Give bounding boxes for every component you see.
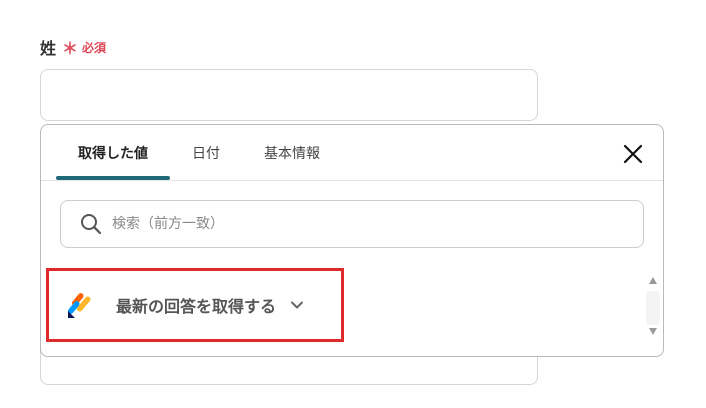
scroll-down-arrow-icon[interactable] (649, 328, 657, 335)
field-label: 姓 ＊ 必須 (40, 35, 106, 59)
chevron-down-icon[interactable] (290, 298, 304, 312)
form-page: 姓 ＊ 必須 取得した値 日付 基本情報 検索（前方一致） 最新の回答を取得する (0, 0, 706, 408)
scroll-up-arrow-icon[interactable] (649, 277, 657, 284)
field-label-text: 姓 (40, 39, 57, 58)
required-mark: ＊ (62, 39, 79, 58)
tab-bar: 取得した値 日付 基本情報 (41, 125, 663, 181)
search-icon (81, 214, 102, 235)
tab-acquired-values[interactable]: 取得した値 (56, 125, 170, 180)
tab-basic-info[interactable]: 基本情報 (249, 125, 335, 180)
last-name-input[interactable] (40, 69, 538, 121)
value-picker-popup: 取得した値 日付 基本情報 最新の回答を取得する (40, 124, 664, 357)
list-item-label: 最新の回答を取得する (116, 297, 277, 316)
active-tab-indicator (56, 176, 170, 180)
scrollbar[interactable] (644, 273, 662, 339)
search-box (60, 200, 644, 248)
jotform-logo-icon (67, 293, 91, 318)
scroll-track[interactable] (646, 291, 660, 325)
list-item-latest-response[interactable]: 最新の回答を取得する (46, 268, 344, 342)
close-icon[interactable] (621, 142, 645, 166)
required-badge: 必須 (82, 40, 107, 55)
search-input[interactable] (110, 215, 614, 233)
tab-date[interactable]: 日付 (178, 125, 234, 180)
